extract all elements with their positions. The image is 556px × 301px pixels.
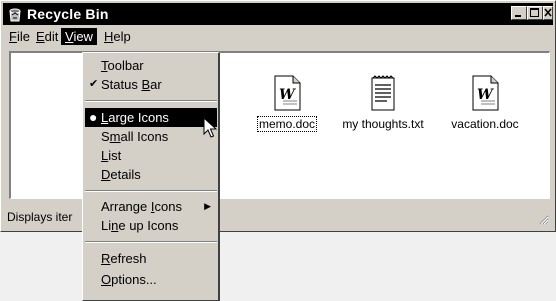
menu-item-label: Details [101,167,141,182]
file-item[interactable]: W vacation.doc [435,75,535,131]
status-text: Displays iter [7,210,73,224]
menu-separator [85,241,217,243]
recycle-bin-icon [9,8,21,22]
window-title: Recycle Bin [27,6,109,22]
menu-separator [85,190,217,192]
menu-item-large-icons[interactable]: ● Large Icons [85,108,217,127]
close-icon [544,8,552,17]
submenu-arrow-icon: ▶ [204,201,211,211]
resize-grip-icon[interactable] [537,213,549,225]
menu-item-refresh[interactable]: Refresh [85,249,217,268]
menu-item-label: Refresh [101,251,147,266]
menu-item-label: List [101,148,122,163]
menu-item-toolbar[interactable]: Toolbar [85,56,217,75]
menu-bar: File Edit View Help [3,26,553,46]
menu-view[interactable]: View [61,28,97,45]
maximize-icon [530,8,539,17]
menu-item-label: Status Bar [101,77,162,92]
word-document-icon: W [274,75,301,111]
minimize-button[interactable] [511,6,527,20]
file-name: vacation.doc [451,117,519,131]
minimize-icon [515,15,521,17]
word-document-icon: W [472,75,499,111]
menu-item-label: Small Icons [101,129,169,144]
menu-item-label: Arrange Icons [101,199,182,214]
file-name: my thoughts.txt [342,117,424,131]
menu-item-label: Large Icons [101,110,169,125]
menu-item-line-up-icons[interactable]: Line up Icons [85,216,217,235]
menu-item-label: Toolbar [101,58,144,73]
radio-bullet-icon: ● [89,109,98,125]
menu-item-status-bar[interactable]: ✔ Status Bar [85,75,217,94]
text-document-icon [371,75,395,111]
view-menu-dropdown: Toolbar ✔ Status Bar ● Large Icons Small… [82,52,220,301]
file-item[interactable]: my thoughts.txt [333,75,433,131]
menu-edit[interactable]: Edit [32,28,62,45]
file-item[interactable]: W memo.doc [237,75,337,132]
title-bar[interactable]: Recycle Bin [3,3,553,25]
menu-item-label: Line up Icons [101,218,179,233]
menu-help[interactable]: Help [100,28,135,45]
menu-item-options[interactable]: Options... [85,270,217,289]
menu-item-details[interactable]: Details [85,165,217,184]
menu-file[interactable]: File [5,28,34,45]
maximize-button[interactable] [527,6,543,20]
menu-item-list[interactable]: List [85,146,217,165]
menu-item-arrange-icons[interactable]: Arrange Icons ▶ [85,197,217,216]
menu-item-small-icons[interactable]: Small Icons [85,127,217,146]
checkmark-icon: ✔ [89,78,99,90]
file-name: memo.doc [256,116,318,132]
mouse-pointer-icon [203,117,217,138]
menu-item-label: Options... [101,272,157,287]
menu-separator [85,100,217,102]
close-button[interactable] [543,6,553,20]
